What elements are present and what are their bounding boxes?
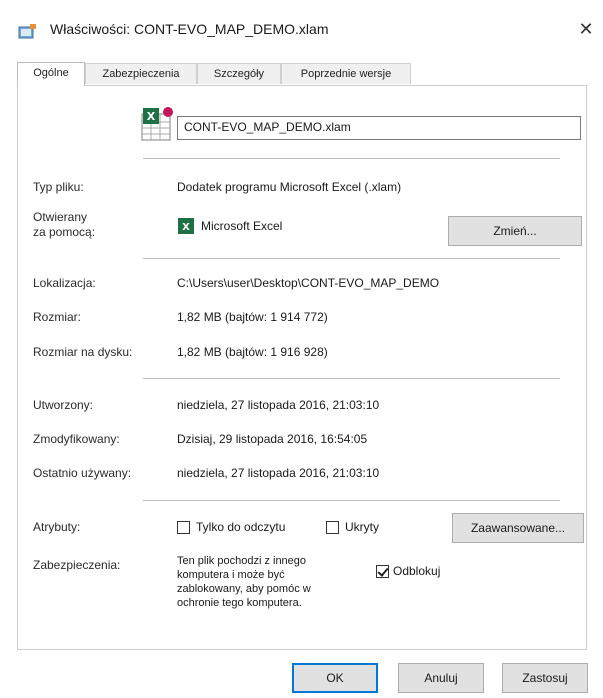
unblock-label[interactable]: Odblokuj — [393, 564, 440, 578]
separator — [143, 378, 560, 379]
tab-security[interactable]: Zabezpieczenia — [85, 63, 197, 84]
ok-button[interactable]: OK — [292, 663, 378, 693]
location-label: Lokalizacja: — [33, 276, 96, 290]
title-bar: Właściwości: CONT-EVO_MAP_DEMO.xlam ✕ — [0, 0, 603, 52]
created-label: Utworzony: — [33, 398, 94, 412]
cancel-button[interactable]: Anuluj — [398, 663, 484, 693]
tab-previous-versions[interactable]: Poprzednie wersje — [281, 63, 411, 84]
tab-general[interactable]: Ogólne — [17, 62, 85, 86]
created-value: niedziela, 27 listopada 2016, 21:03:10 — [177, 398, 380, 412]
separator — [143, 158, 560, 159]
size-label: Rozmiar: — [33, 310, 82, 324]
location-value: C:\Users\user\Desktop\CONT-EVO_MAP_DEMO — [177, 276, 440, 290]
readonly-checkbox[interactable] — [177, 521, 190, 534]
excel-addin-file-icon: X — [141, 107, 173, 141]
hidden-label[interactable]: Ukryty — [345, 520, 379, 534]
size-on-disk-value: 1,82 MB (bajtów: 1 916 928) — [177, 345, 328, 359]
tab-strip: Ogólne Zabezpieczenia Szczegóły Poprzedn… — [17, 62, 587, 86]
tab-details[interactable]: Szczegóły — [197, 63, 281, 84]
svg-text:X: X — [147, 110, 156, 123]
security-text-line2: komputera i może być — [177, 569, 285, 581]
close-button[interactable]: ✕ — [574, 17, 598, 41]
security-text-line4: ochronie tego komputera. — [177, 597, 302, 609]
file-type-value: Dodatek programu Microsoft Excel (.xlam) — [177, 180, 402, 194]
accessed-label: Ostatnio używany: — [33, 466, 132, 480]
advanced-button[interactable]: Zaawansowane... — [452, 513, 584, 543]
opens-with-value: Microsoft Excel — [201, 219, 283, 233]
security-text-line1: Ten plik pochodzi z innego — [177, 555, 307, 567]
change-button[interactable]: Zmień... — [448, 216, 582, 246]
security-label: Zabezpieczenia: — [33, 558, 121, 572]
svg-text:X: X — [182, 222, 190, 233]
modified-value: Dzisiaj, 29 listopada 2016, 16:54:05 — [177, 432, 368, 446]
file-name-input[interactable]: CONT-EVO_MAP_DEMO.xlam — [177, 116, 581, 140]
opens-with-label-line1: Otwierany — [33, 210, 88, 224]
size-value: 1,82 MB (bajtów: 1 914 772) — [177, 310, 328, 324]
attributes-label: Atrybuty: — [33, 520, 81, 534]
file-type-label: Typ pliku: — [33, 180, 84, 194]
close-icon: ✕ — [578, 19, 594, 39]
window-title: Właściwości: CONT-EVO_MAP_DEMO.xlam — [50, 21, 329, 37]
readonly-label[interactable]: Tylko do odczytu — [196, 520, 285, 534]
separator — [143, 258, 560, 259]
separator — [143, 500, 560, 501]
security-text-line3: zablokowany, aby pomóc w — [177, 583, 311, 595]
properties-icon — [18, 24, 36, 39]
accessed-value: niedziela, 27 listopada 2016, 21:03:10 — [177, 466, 380, 480]
hidden-checkbox[interactable] — [326, 521, 339, 534]
excel-icon: X — [178, 218, 194, 234]
modified-label: Zmodyfikowany: — [33, 432, 120, 446]
opens-with-label-line2: za pomocą: — [33, 225, 96, 239]
apply-button[interactable]: Zastosuj — [502, 663, 588, 693]
size-on-disk-label: Rozmiar na dysku: — [33, 345, 133, 359]
unblock-checkbox[interactable] — [376, 565, 389, 578]
